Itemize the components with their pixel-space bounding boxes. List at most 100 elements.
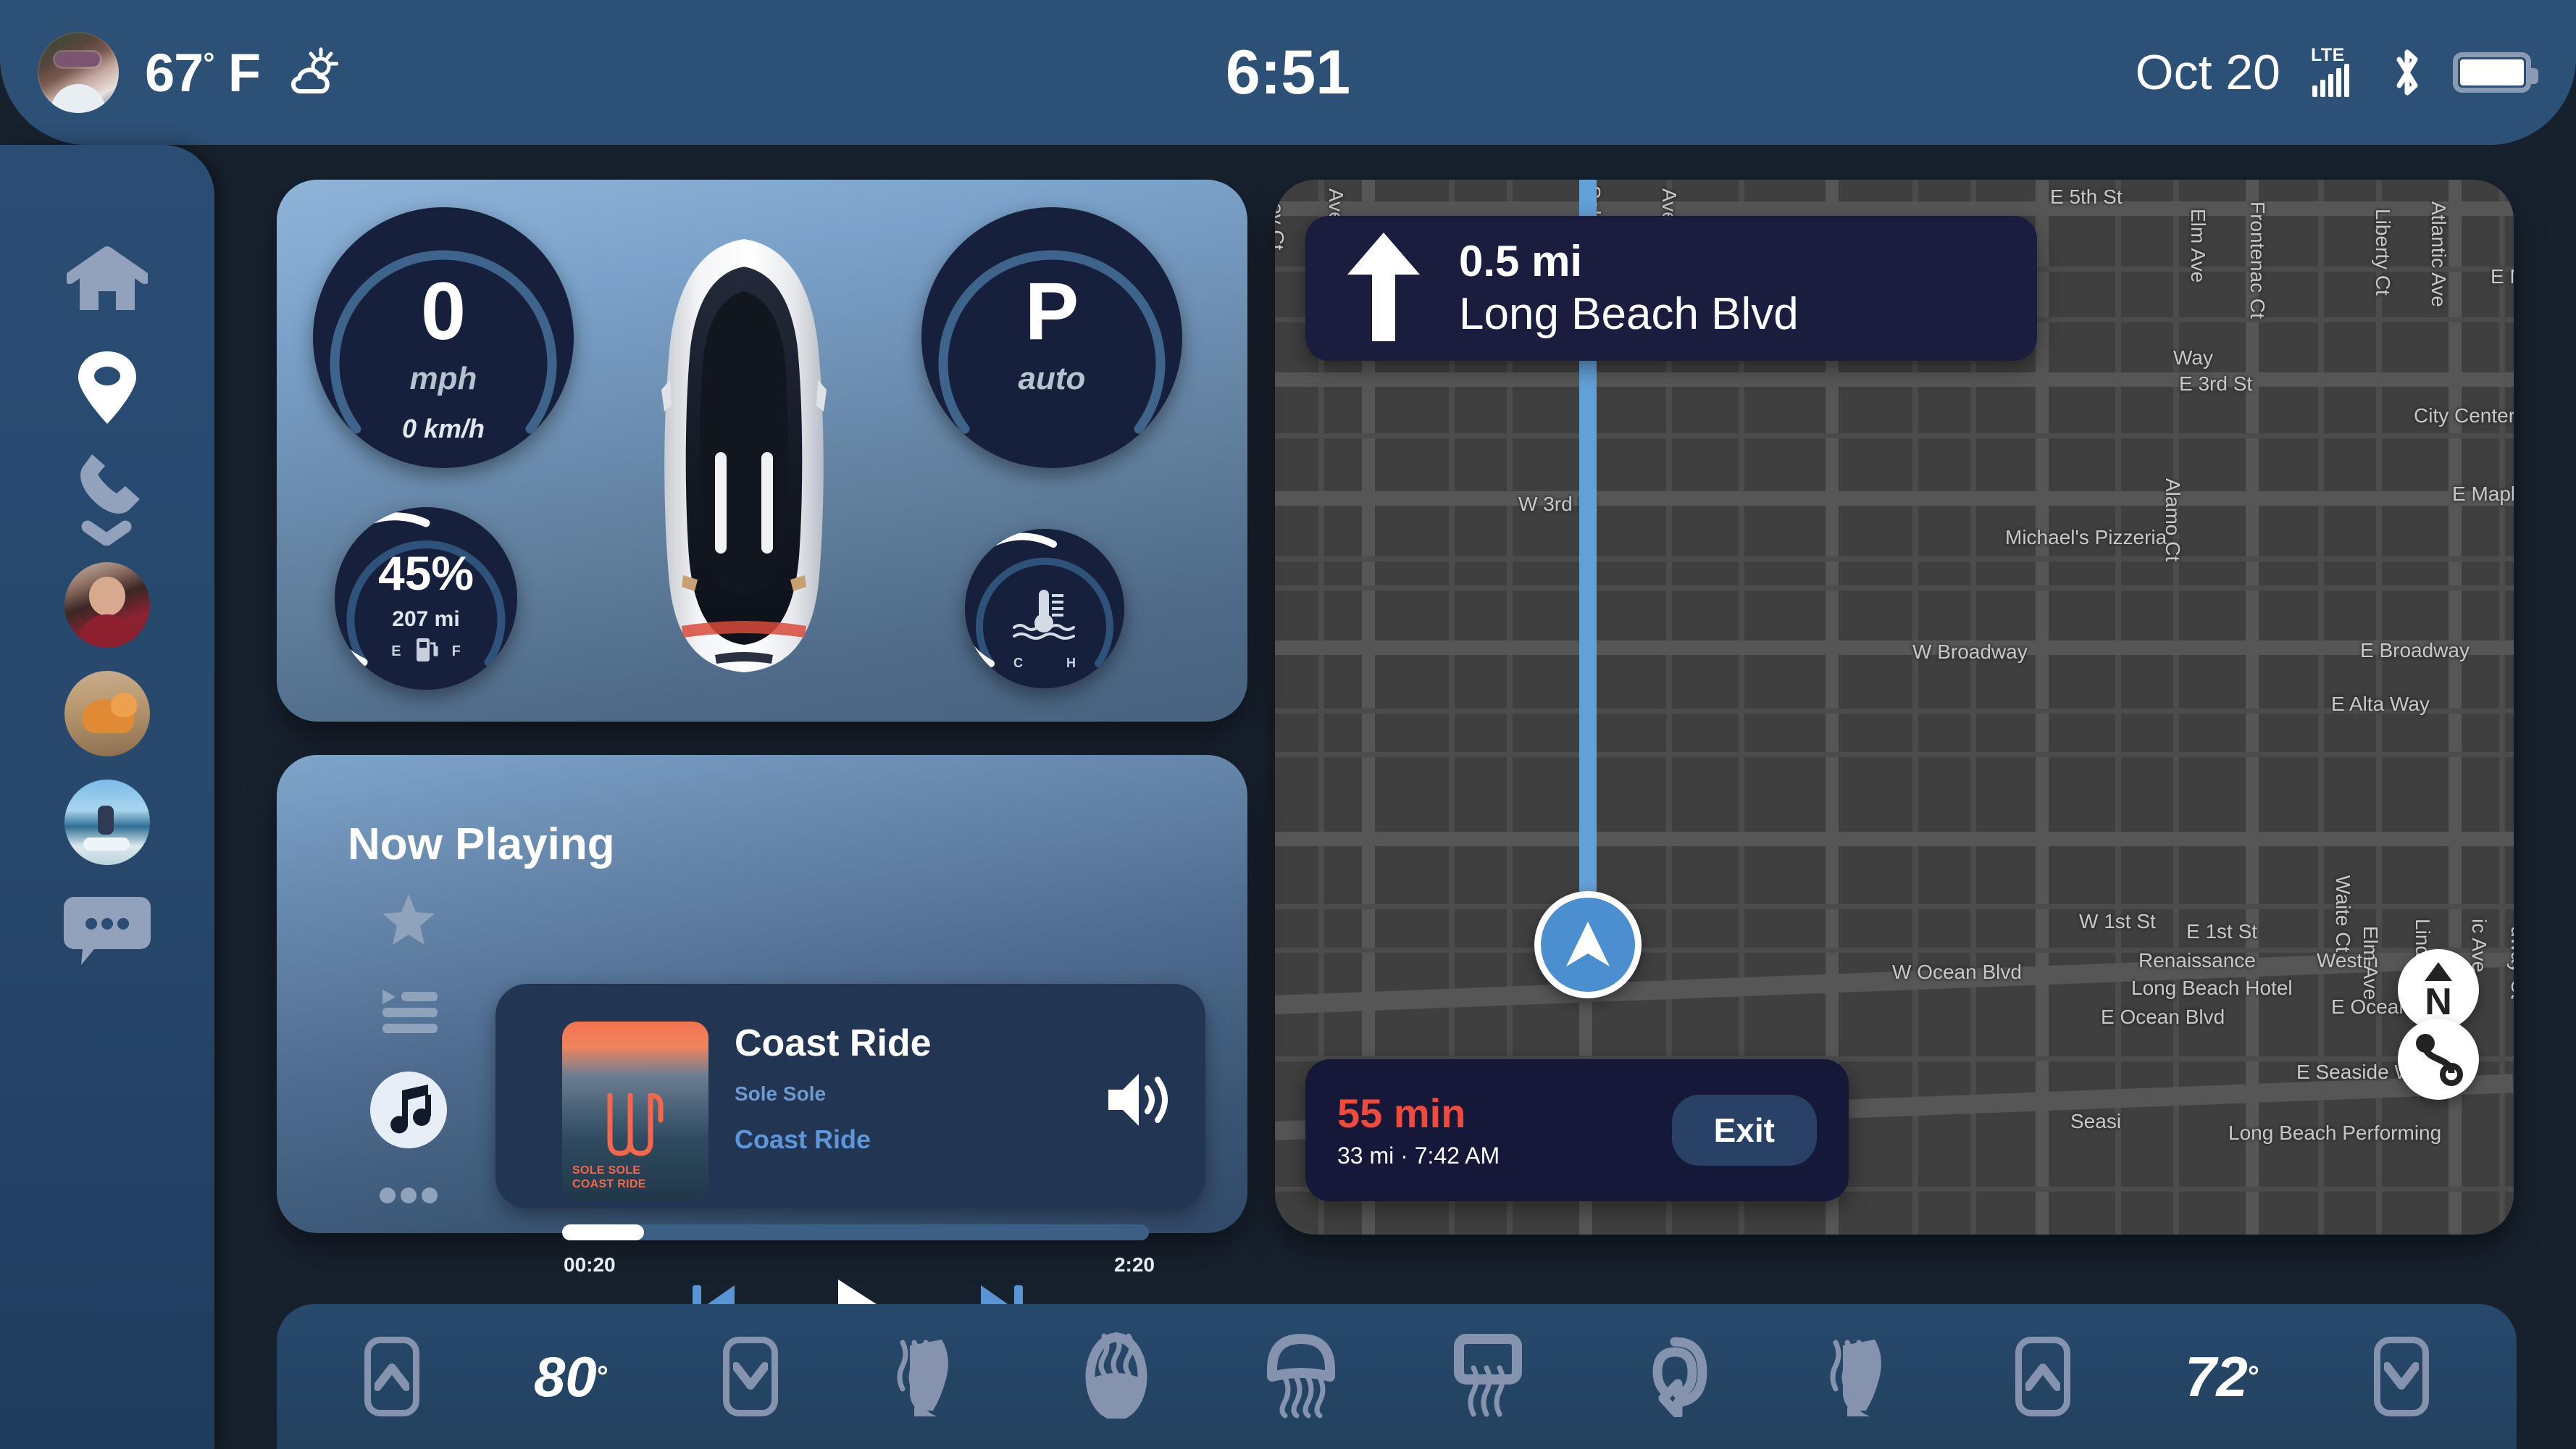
home-icon — [67, 243, 148, 314]
volume-icon[interactable] — [1105, 1069, 1172, 1134]
sidebar-item-home[interactable] — [42, 225, 172, 333]
map-street-label: Frontenac Ct — [2246, 201, 2269, 319]
eta-panel: 55 min 33 mi · 7:42 AM Exit — [1305, 1059, 1849, 1201]
right-seat-heater-button[interactable] — [1826, 1332, 1901, 1421]
track-title: Coast Ride — [735, 1022, 932, 1064]
sidebar-item-contact-3[interactable] — [42, 768, 172, 877]
front-defrost-button[interactable] — [1265, 1332, 1337, 1422]
steering-wheel-heat-button[interactable] — [1082, 1332, 1150, 1422]
sidebar-item-contact-1[interactable] — [42, 551, 172, 659]
steering-wheel-heat-icon — [1082, 1332, 1150, 1422]
playlist-icon[interactable] — [380, 985, 438, 1037]
coolant-hot-label: H — [1066, 656, 1076, 670]
map-street-label: W 1st St — [2079, 910, 2156, 932]
bluetooth-icon — [2391, 45, 2424, 100]
chat-bubble-icon — [62, 894, 152, 968]
arrow-straight-up-icon — [1345, 232, 1423, 345]
map-street-label: E 5th St — [2050, 185, 2123, 208]
map-street-label: Renaissance — [2138, 949, 2256, 972]
air-recirculate-button[interactable] — [1639, 1333, 1711, 1421]
map-street-label: E 3rd St — [2179, 372, 2253, 395]
phone-icon — [64, 447, 150, 546]
media-card-content: SOLE SOLE COAST RIDE Coast Ride Sole Sol… — [495, 984, 1205, 1346]
track-album: Coast Ride — [735, 1124, 871, 1154]
car-top-view-icon — [643, 235, 845, 677]
route-overview-button[interactable] — [2398, 1019, 2479, 1100]
map-street-label: E Alta Way — [2331, 693, 2430, 715]
fuel-range: 207 mi — [392, 607, 460, 631]
climate-control-bar: 80 ° 72 ° — [277, 1304, 2517, 1449]
album-logo-icon — [594, 1085, 674, 1165]
map-street-label: Michael's Pizzeria — [2005, 526, 2167, 548]
media-side-rail — [336, 893, 481, 1207]
fuel-pump-icon — [414, 635, 439, 668]
elapsed-time: 00:20 — [564, 1253, 616, 1276]
status-bar: 67° F 6:51 Oct 20 LTE — [0, 0, 2576, 145]
now-playing-panel: Now Playing SOLE SOLE COAST RIDE Coast R… — [277, 755, 1247, 1332]
chevron-up-box-icon — [2015, 1337, 2071, 1416]
now-playing-title: Now Playing — [348, 819, 615, 869]
compass-north-icon: N — [2425, 962, 2452, 1020]
chevron-down-box-icon — [722, 1337, 778, 1416]
infotainment-screen: E 5th St Elm Ave Frontenac Ct Liberty Ct Atl… — [0, 0, 2576, 1449]
nav-street-name: Long Beach Blvd — [1459, 288, 1799, 339]
track-artist: Sole Sole — [735, 1082, 827, 1105]
map-pin-icon — [74, 347, 141, 428]
playback-progress-bar[interactable] — [562, 1224, 1149, 1240]
music-note-icon[interactable] — [370, 1072, 447, 1152]
exit-navigation-button[interactable]: Exit — [1671, 1095, 1817, 1166]
star-icon[interactable] — [381, 893, 436, 950]
map-street-label: City Center Motel — [2414, 404, 2514, 427]
rear-defrost-button[interactable] — [1452, 1332, 1524, 1422]
right-temp-up-button[interactable] — [2015, 1337, 2071, 1416]
instrument-cluster: 0 mph 0 km/h P auto 45% 207 mi E F C H — [277, 180, 1247, 722]
map-street-label: Atlantic Ave — [2427, 201, 2450, 307]
seat-heater-icon — [892, 1332, 968, 1421]
partly-sunny-icon — [286, 46, 339, 99]
fuel-empty-label: E — [391, 643, 401, 659]
navigation-map[interactable]: E 5th St Elm Ave Frontenac Ct Liberty Ct Atl… — [1275, 180, 2514, 1235]
speed-value: 0 — [420, 266, 467, 356]
avatar[interactable] — [38, 32, 119, 113]
sidebar-item-messages[interactable] — [42, 877, 172, 985]
map-street-label: Waite Ct — [2332, 875, 2354, 953]
map-street-label: E Ocean Blvd — [2101, 1006, 2225, 1028]
right-temp-down-button[interactable] — [2373, 1337, 2429, 1416]
map-street-label: E Me — [2491, 265, 2514, 288]
left-seat-heater-button[interactable] — [892, 1332, 968, 1421]
sidebar-item-contact-2[interactable] — [42, 659, 172, 768]
left-temp-down-button[interactable] — [722, 1337, 778, 1416]
sidebar-nav — [0, 145, 214, 1449]
svg-text:N: N — [2425, 981, 2452, 1020]
map-street-label: ic Ave — [2468, 919, 2491, 973]
route-icon — [2416, 1034, 2463, 1086]
eta-duration: 55 min — [1337, 1090, 1466, 1136]
album-art-caption: SOLE SOLE COAST RIDE — [572, 1164, 646, 1190]
map-street-label: W Ocean Blvd — [1892, 961, 2022, 983]
map-street-label: Elm Ave — [2359, 926, 2382, 1001]
rear-defrost-icon — [1452, 1332, 1524, 1422]
map-street-label: Alamo Ct — [2162, 478, 2184, 562]
right-temp-display: 72 ° — [2185, 1344, 2259, 1408]
map-street-label: Long Beach Performing — [2228, 1122, 2442, 1144]
map-street-label: Liberty Ct — [2372, 209, 2394, 296]
speedometer-gauge: 0 mph 0 km/h — [313, 207, 574, 468]
map-street-label: E Maple Way — [2452, 483, 2514, 505]
cellular-signal-icon: LTE — [2309, 43, 2362, 101]
sidebar-item-phone[interactable] — [42, 442, 172, 551]
avatar — [64, 780, 150, 865]
total-time: 2:20 — [1113, 1253, 1155, 1276]
map-street-label: Way — [2173, 346, 2213, 369]
fuel-full-label: F — [451, 643, 461, 659]
sidebar-item-navigation[interactable] — [42, 333, 172, 442]
avatar — [64, 562, 150, 648]
navigation-banner: 0.5 mi Long Beach Blvd — [1305, 216, 2037, 361]
battery-full-icon — [2453, 52, 2538, 93]
outside-temperature: 67° F — [145, 42, 261, 103]
coolant-temperature-gauge: C H — [965, 529, 1124, 688]
seat-heater-icon — [1826, 1332, 1901, 1421]
recirculate-icon — [1639, 1333, 1711, 1421]
map-street-label: Elm Ave — [2187, 209, 2209, 283]
left-temp-up-button[interactable] — [364, 1337, 420, 1416]
ellipsis-icon[interactable] — [380, 1187, 438, 1207]
